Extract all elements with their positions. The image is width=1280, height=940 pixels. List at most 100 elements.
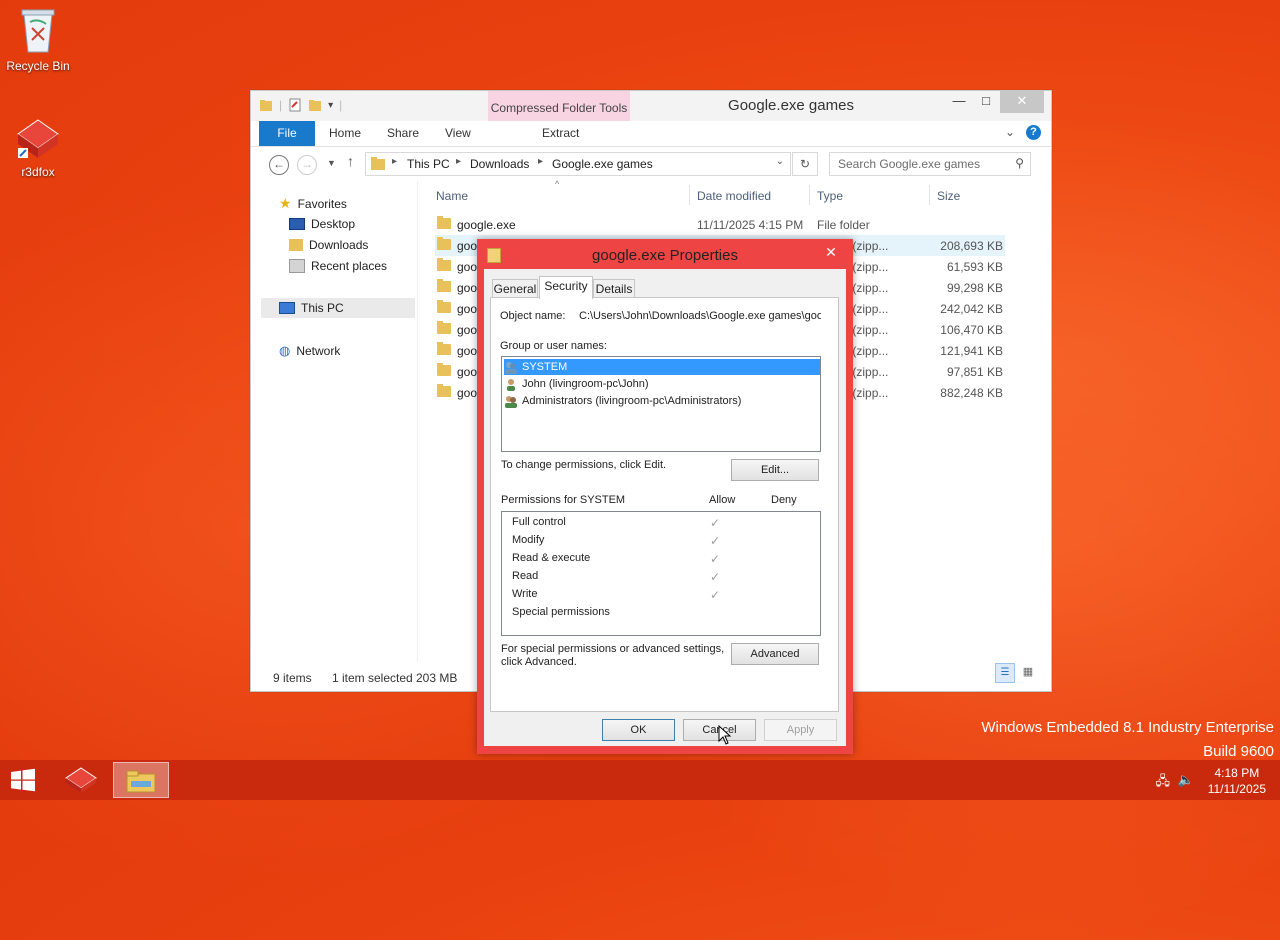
file-date: 11/11/2025 4:15 PM bbox=[697, 218, 804, 232]
customize-qat-icon[interactable]: ▾ bbox=[328, 100, 333, 111]
file-name: google.exe bbox=[457, 218, 516, 232]
zip-folder-icon bbox=[437, 258, 451, 271]
address-dropdown-icon[interactable]: ⌄ bbox=[776, 156, 784, 167]
nav-this-pc[interactable]: This PC bbox=[261, 298, 415, 318]
folder-icon bbox=[437, 216, 451, 229]
qat-divider: | bbox=[339, 98, 343, 112]
breadcrumb-google-exe-games[interactable]: Google.exe games bbox=[552, 157, 653, 171]
properties-icon[interactable] bbox=[288, 98, 302, 112]
advanced-help-text-2: click Advanced. bbox=[501, 656, 577, 668]
file-size: 61,593 KB bbox=[946, 260, 1003, 274]
nav-recent-places[interactable]: Recent places bbox=[289, 259, 387, 273]
compressed-folder-tools-tab[interactable]: Compressed Folder Tools bbox=[488, 91, 630, 121]
volume-muted-icon[interactable]: 🔈 bbox=[1178, 772, 1194, 788]
permission-name: Modify bbox=[512, 534, 545, 546]
desktop-icon-recycle-bin[interactable]: Recycle Bin bbox=[0, 6, 76, 73]
file-size: 97,851 KB bbox=[946, 365, 1003, 379]
taskbar: 🖧 🔈 4:18 PM 11/11/2025 bbox=[0, 760, 1280, 800]
ribbon-tab-file[interactable]: File bbox=[259, 121, 315, 146]
back-button[interactable]: ← bbox=[269, 155, 289, 175]
forward-button[interactable]: → bbox=[297, 155, 317, 175]
file-size: 882,248 KB bbox=[940, 386, 1003, 400]
ribbon-tab-view[interactable]: View bbox=[445, 126, 471, 140]
desktop-icon-label: Recycle Bin bbox=[6, 59, 70, 73]
taskbar-file-explorer[interactable] bbox=[113, 762, 169, 798]
dialog-close-button[interactable]: ✕ bbox=[817, 242, 845, 262]
recycle-bin-icon bbox=[0, 6, 76, 57]
breadcrumb-downloads[interactable]: Downloads bbox=[470, 157, 529, 171]
navigation-pane: ★ Favorites Desktop Downloads Recent pla… bbox=[251, 181, 418, 661]
user-icon bbox=[507, 378, 515, 391]
explorer-titlebar: | ▾ | Compressed Folder Tools Google.exe… bbox=[251, 91, 1051, 121]
nav-favorites[interactable]: ★ Favorites bbox=[279, 195, 347, 212]
maximize-button[interactable]: □ bbox=[971, 91, 1001, 113]
permissions-list[interactable]: Full control ✓ Modify ✓ Read & execute ✓… bbox=[501, 511, 821, 636]
nav-label: Downloads bbox=[309, 238, 369, 252]
new-folder-icon[interactable] bbox=[308, 98, 322, 112]
taskbar-clock[interactable]: 4:18 PM 11/11/2025 bbox=[1208, 765, 1266, 797]
nav-network[interactable]: ◍ Network bbox=[279, 343, 340, 359]
close-button[interactable]: ✕ bbox=[1000, 91, 1044, 113]
security-tab-panel: Object name: C:\Users\John\Downloads\Goo… bbox=[490, 297, 839, 712]
ribbon-tab-extract[interactable]: Extract bbox=[542, 126, 579, 140]
apply-button[interactable]: Apply bbox=[764, 719, 837, 741]
tab-security[interactable]: Security bbox=[539, 276, 593, 299]
windows-watermark: Windows Embedded 8.1 Industry Enterprise… bbox=[981, 716, 1274, 764]
ribbon-tab-home[interactable]: Home bbox=[329, 126, 361, 140]
advanced-help-text-1: For special permissions or advanced sett… bbox=[501, 643, 725, 655]
file-row[interactable]: google.exe 11/11/2025 4:15 PM File folde… bbox=[435, 214, 1005, 235]
desktop-icon-r3dfox[interactable]: r3dfox bbox=[0, 116, 76, 179]
allow-check-icon: ✓ bbox=[710, 588, 721, 602]
column-header-name[interactable]: Name bbox=[436, 189, 468, 203]
up-button[interactable]: ↑ bbox=[347, 153, 354, 169]
column-header-type[interactable]: Type bbox=[817, 189, 843, 203]
zip-folder-icon bbox=[437, 321, 451, 334]
search-box[interactable]: Search Google.exe games ⚲ bbox=[829, 152, 1031, 176]
taskbar-r3dfox[interactable] bbox=[53, 762, 109, 798]
window-title: Google.exe games bbox=[728, 97, 854, 114]
zip-folder-icon bbox=[437, 279, 451, 292]
user-name: Administrators (livingroom-pc\Administra… bbox=[522, 395, 742, 407]
user-list[interactable]: SYSTEM John (livingroom-pc\John) Adminis… bbox=[501, 356, 821, 452]
nav-label: Favorites bbox=[297, 196, 347, 211]
recent-locations-icon[interactable]: ▼ bbox=[327, 158, 336, 168]
deny-column-label: Deny bbox=[771, 494, 797, 506]
ribbon-expand-icon[interactable]: ⌄ bbox=[1005, 125, 1015, 139]
minimize-button[interactable]: — bbox=[944, 91, 974, 113]
file-explorer-icon bbox=[126, 770, 156, 793]
address-bar[interactable]: ▸ This PC ▸ Downloads ▸ Google.exe games… bbox=[365, 152, 791, 176]
column-header-size[interactable]: Size bbox=[937, 189, 960, 203]
column-divider bbox=[689, 185, 690, 205]
tab-details[interactable]: Details bbox=[593, 279, 635, 298]
edit-button[interactable]: Edit... bbox=[731, 459, 819, 481]
search-icon[interactable]: ⚲ bbox=[1015, 156, 1024, 170]
refresh-icon[interactable]: ↻ bbox=[792, 152, 818, 176]
large-icons-view-icon[interactable]: ▦ bbox=[1019, 663, 1037, 681]
user-row-administrators[interactable]: Administrators (livingroom-pc\Administra… bbox=[504, 393, 820, 409]
user-row-john[interactable]: John (livingroom-pc\John) bbox=[504, 376, 820, 392]
details-view-icon[interactable]: ☰ bbox=[995, 663, 1015, 683]
user-row-system[interactable]: SYSTEM bbox=[504, 359, 820, 375]
file-name: goo bbox=[457, 302, 478, 316]
advanced-button[interactable]: Advanced bbox=[731, 643, 819, 665]
file-name: goo bbox=[457, 260, 478, 274]
ribbon-tab-share[interactable]: Share bbox=[387, 126, 419, 140]
start-button-windows-icon[interactable] bbox=[10, 768, 36, 792]
quick-access-toolbar: | ▾ | bbox=[259, 98, 342, 112]
zip-folder-icon bbox=[437, 300, 451, 313]
tab-general[interactable]: General bbox=[492, 279, 538, 298]
column-header-date[interactable]: Date modified bbox=[697, 189, 771, 203]
nav-label: Desktop bbox=[311, 217, 356, 231]
object-name-label: Object name: bbox=[500, 310, 566, 322]
permission-row: Full control ✓ bbox=[512, 516, 822, 534]
permission-row: Read ✓ bbox=[512, 570, 822, 588]
ok-button[interactable]: OK bbox=[602, 719, 675, 741]
file-name: goo bbox=[457, 344, 478, 358]
network-status-icon[interactable]: 🖧 bbox=[1156, 772, 1171, 794]
help-icon[interactable]: ? bbox=[1026, 125, 1041, 140]
change-permissions-text: To change permissions, click Edit. bbox=[501, 459, 667, 471]
nav-desktop[interactable]: Desktop bbox=[289, 217, 355, 231]
breadcrumb-this-pc[interactable]: This PC bbox=[407, 157, 450, 171]
file-size: 208,693 KB bbox=[940, 239, 1003, 253]
nav-downloads[interactable]: Downloads bbox=[289, 238, 368, 252]
